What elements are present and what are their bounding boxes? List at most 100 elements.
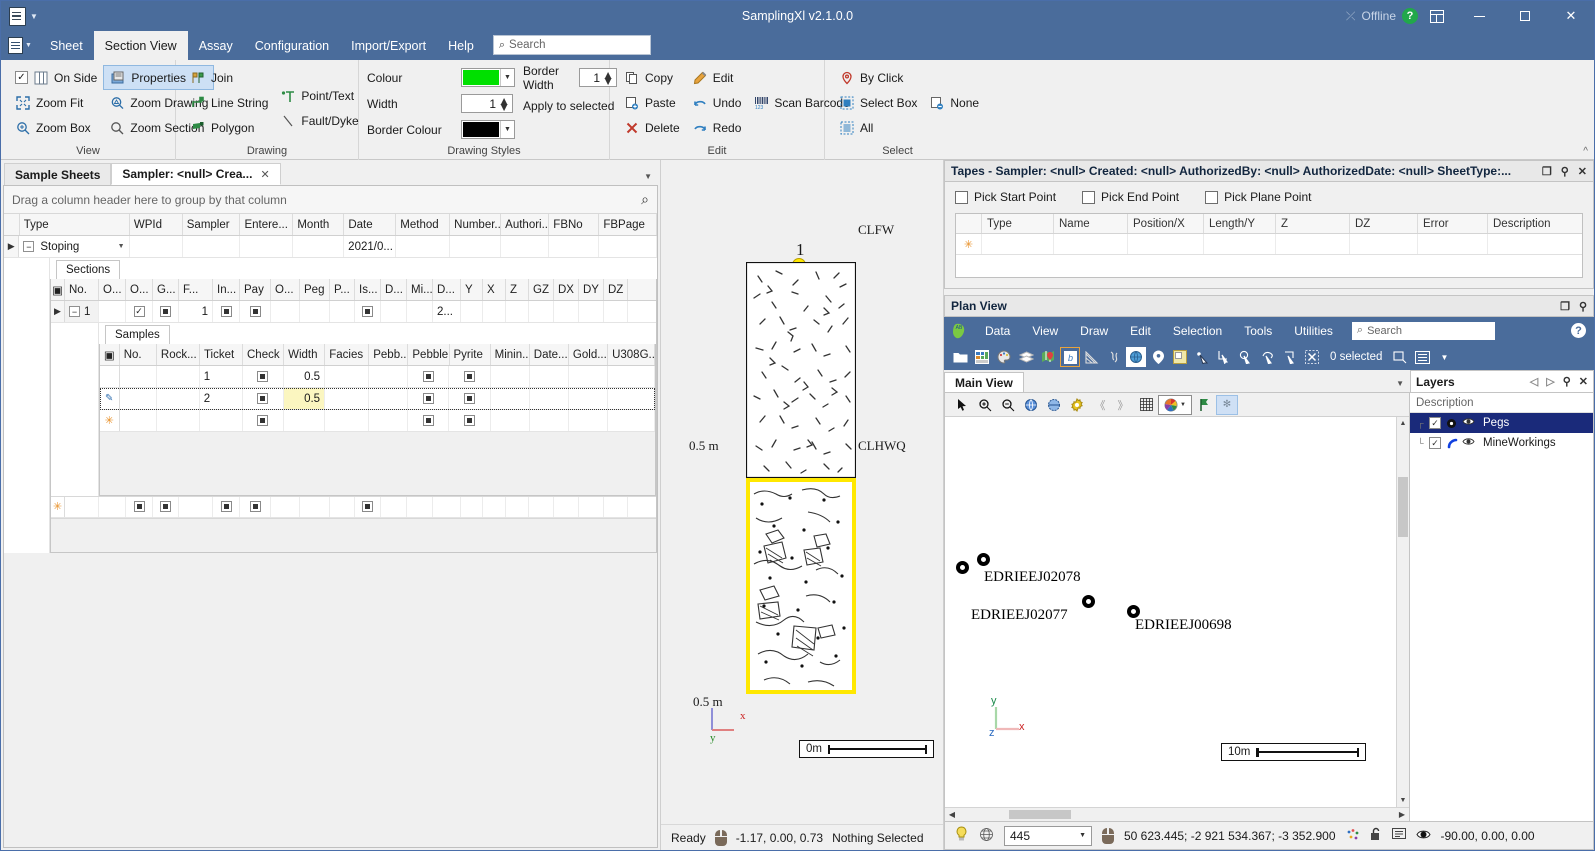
sec-new-o1[interactable] [99,497,126,517]
block-model-icon[interactable]: b [1060,347,1080,367]
cell-number[interactable] [450,236,501,257]
new-cell-no[interactable] [120,410,157,431]
spinner-arrows-icon[interactable]: ▲▼ [500,98,512,110]
zoom-out-icon[interactable] [997,395,1019,415]
column-header-month[interactable]: Month [293,214,344,235]
sections-new-row[interactable]: ✳ [51,496,656,518]
sec-new-d1[interactable] [381,497,407,517]
sections-column-o1[interactable]: O... [99,279,126,300]
sections-column-dy[interactable]: DY [579,279,604,300]
tab-sections[interactable]: Sections [56,260,120,279]
pin-icon[interactable]: ⚲ [1563,375,1571,388]
sections-cell-dx[interactable] [554,301,579,322]
eye-icon[interactable] [1462,416,1475,430]
scroll-left-icon[interactable]: ◀ [945,810,959,819]
flag-icon[interactable] [1193,395,1215,415]
new-cell-pyrite[interactable] [449,410,490,431]
tapes-cell-position-x[interactable] [1128,234,1204,254]
sec-new-p[interactable] [330,497,355,517]
tapes-cell-description[interactable] [1488,234,1582,254]
samples-cell-width-active[interactable]: 0.5 [284,388,325,409]
menu-item-help[interactable]: Help [437,31,485,60]
samples-cell-gold[interactable] [569,366,608,387]
zoom-fit-button[interactable]: Zoom Fit [9,90,103,115]
prev-icon[interactable]: 《 [1089,395,1111,415]
lightbulb-icon[interactable] [954,826,969,845]
sections-cell-pay[interactable] [240,301,271,322]
table-row[interactable]: ▶ − 1 ✓ 1 [51,301,656,323]
copy-button[interactable]: Copy [618,65,686,90]
ribbon-search-input[interactable]: ⌕ Search [493,35,651,55]
plan-search-input[interactable]: ⌕ Search [1352,322,1495,340]
samples-cell-pebb[interactable] [369,366,408,387]
fault-dyke-button[interactable]: Fault/Dyke [274,108,364,133]
tapes-cell-type[interactable] [982,234,1054,254]
pin-icon[interactable] [1148,347,1168,367]
chevron-down-icon[interactable]: ▼ [500,69,514,86]
tapes-cell-z[interactable] [1276,234,1350,254]
layer-visibility-checkbox[interactable]: ✓ [1429,417,1441,429]
new-cell-ticket[interactable] [200,410,243,431]
layer-item-pegs[interactable]: ┌ ✓ Pegs [1410,413,1593,433]
menu-item-section-view[interactable]: Section View [94,31,188,60]
tapes-column-dz[interactable]: DZ [1350,214,1418,233]
group-by-panel[interactable]: Drag a column header here to group by th… [4,186,657,214]
sec-new-dz[interactable] [604,497,628,517]
sections-column-f[interactable]: F... [179,279,213,300]
cell-month[interactable] [293,236,344,257]
tapes-column-name[interactable]: Name [1054,214,1128,233]
sections-column-d1[interactable]: D... [381,279,407,300]
select-none-button[interactable]: None [923,90,985,115]
column-header-type[interactable]: Type [20,214,130,235]
chevron-down-icon[interactable]: ▼ [1079,832,1091,839]
layers-icon[interactable] [1016,347,1036,367]
on-side-toggle[interactable]: ✓ On Side [9,65,103,90]
samples-cell-no[interactable] [120,388,157,409]
sections-column-x[interactable]: X [483,279,506,300]
sec-new-d2[interactable] [433,497,461,517]
border-colour-picker[interactable]: ▼ [461,120,515,139]
checkbox-box[interactable] [1082,191,1095,204]
close-icon[interactable]: ✕ [1548,1,1594,31]
sections-select-all-icon[interactable]: ▣ [51,279,65,300]
tab-close-icon[interactable]: ✕ [260,168,269,181]
tapes-column-type[interactable]: Type [982,214,1054,233]
triangulation-icon[interactable] [1082,347,1102,367]
wireframe-globe-icon[interactable] [979,827,994,845]
join-button[interactable]: Join [184,65,274,90]
settings-gear-icon[interactable] [1066,395,1088,415]
plan-menu-tools[interactable]: Tools [1233,317,1283,344]
sections-cell-x[interactable] [483,301,506,322]
sections-cell-g[interactable] [153,301,179,322]
tab-samples[interactable]: Samples [105,325,170,344]
polygon-button[interactable]: Polygon [184,115,274,140]
row-selector[interactable]: ▶ [4,236,19,257]
tab-sample-sheets[interactable]: Sample Sheets [4,163,111,185]
tab-sampler[interactable]: Sampler: <null> Crea... ✕ [111,163,280,185]
column-header-wpid[interactable]: WPId [130,214,183,235]
sections-column-dz[interactable]: DZ [604,279,628,300]
samples-cell-facies[interactable] [325,366,369,387]
sec-new-x[interactable] [483,497,506,517]
cell-wpid[interactable] [130,236,183,257]
cell-method[interactable] [396,236,450,257]
sections-column-z[interactable]: Z [506,279,529,300]
tapes-cell-name[interactable] [1054,234,1128,254]
tapes-column-description[interactable]: Description [1488,214,1582,233]
width-spinner[interactable]: 1 ▲▼ [461,94,513,113]
cell-type[interactable]: − Stoping ▼ [19,236,129,257]
globe-alt-icon[interactable] [1043,395,1065,415]
samples-column-pebb[interactable]: Pebb... [369,344,408,365]
select-sphere-icon[interactable] [1236,347,1256,367]
layer-visibility-checkbox[interactable]: ✓ [1429,437,1441,449]
column-header-number[interactable]: Number... [450,214,501,235]
samples-cell-u308g[interactable] [608,388,655,409]
zoom-box-button[interactable]: Zoom Box [9,115,103,140]
samples-cell-mining[interactable] [491,366,530,387]
column-header-fbpage[interactable]: FBPage [599,214,657,235]
new-cell-check[interactable] [243,410,284,431]
menu-item-import-export[interactable]: Import/Export [340,31,437,60]
sec-new-pay[interactable] [240,497,271,517]
chevron-down-icon[interactable]: ▼ [118,243,125,250]
sec-new-gz[interactable] [529,497,554,517]
